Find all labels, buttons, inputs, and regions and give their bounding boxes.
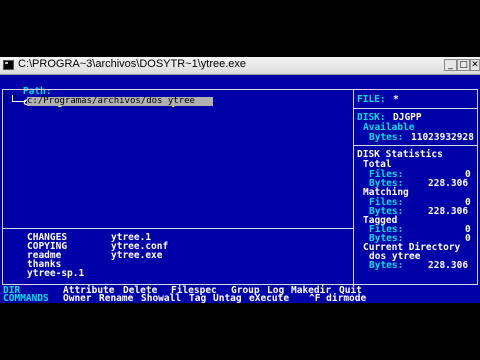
path-bar: Path: c:/Programas/archivos/dos ytree bbox=[0, 75, 200, 108]
cmd-rename[interactable]: Rename bbox=[99, 293, 133, 303]
disk-divider bbox=[354, 145, 478, 146]
cmd-dirmode[interactable]: ^F dirmode bbox=[309, 293, 366, 303]
cmd-showall[interactable]: Showall bbox=[141, 293, 181, 303]
file-filter-value[interactable]: * bbox=[393, 94, 399, 105]
file-filter-label: FILE: bbox=[357, 94, 386, 105]
current-bytes-value: 228.306 bbox=[428, 260, 469, 271]
file-item[interactable]: ytree.exe bbox=[111, 250, 162, 261]
tree-branch bbox=[18, 101, 26, 102]
window-title: C:\PROGRA~3\archivos\DOSYTR~1\ytree.exe bbox=[18, 58, 247, 70]
console-app-icon[interactable] bbox=[3, 60, 14, 70]
tree-files-divider bbox=[2, 228, 354, 229]
current-bytes-label: Bytes: bbox=[369, 260, 404, 271]
tagged-bytes-value: 0 bbox=[465, 233, 471, 244]
maximize-button[interactable]: □ bbox=[457, 59, 470, 71]
selected-directory-label: c:/Programas/archivos/dos ytree bbox=[27, 96, 195, 106]
cmd-tag[interactable]: Tag bbox=[189, 293, 206, 303]
ytree-console-window: C:\PROGRA~3\archivos\DOSYTR~1\ytree.exe … bbox=[0, 57, 480, 303]
minimize-button[interactable]: _ bbox=[444, 59, 457, 71]
frame-top bbox=[2, 89, 478, 90]
available-bytes-value: 11023932928 bbox=[411, 132, 474, 143]
frame-right bbox=[477, 89, 478, 285]
cmd-execute[interactable]: eXecute bbox=[249, 293, 289, 303]
commands-row: COMMANDS Owner Rename Showall Tag Untag … bbox=[0, 293, 366, 303]
cmd-untag[interactable]: Untag bbox=[213, 293, 242, 303]
matching-bytes-value: 228.306 bbox=[428, 206, 469, 217]
file-item[interactable]: ytree-sp.1 bbox=[27, 268, 84, 279]
filter-divider bbox=[354, 108, 478, 109]
selected-directory[interactable]: c:/Programas/archivos/dos ytree bbox=[27, 96, 213, 106]
commands-label: COMMANDS bbox=[3, 293, 49, 303]
total-bytes-value: 228.306 bbox=[428, 178, 469, 189]
title-bar[interactable]: C:\PROGRA~3\archivos\DOSYTR~1\ytree.exe … bbox=[0, 57, 480, 75]
close-button[interactable]: ✕ bbox=[470, 59, 480, 71]
panel-divider bbox=[353, 89, 354, 285]
frame-left bbox=[2, 89, 3, 285]
available-bytes-label: Bytes: bbox=[369, 132, 404, 143]
cmd-owner[interactable]: Owner bbox=[63, 293, 92, 303]
